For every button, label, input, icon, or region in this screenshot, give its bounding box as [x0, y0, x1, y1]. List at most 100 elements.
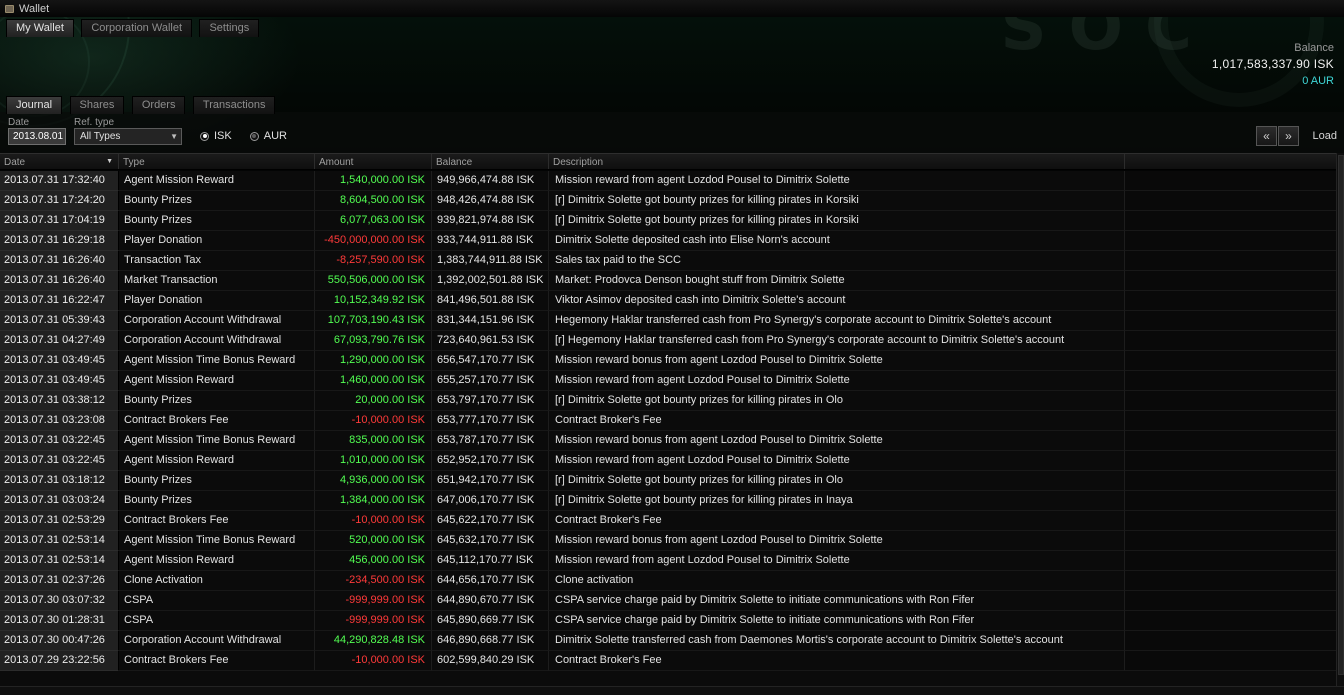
cell-balance: 949,966,474.88 ISK: [432, 171, 549, 191]
table-row[interactable]: 2013.07.31 17:24:20 Bounty Prizes 8,604,…: [0, 191, 1344, 211]
tab-transactions[interactable]: Transactions: [192, 96, 276, 114]
table-row[interactable]: 2013.07.31 16:22:47 Player Donation 10,1…: [0, 291, 1344, 311]
window-titlebar[interactable]: Wallet: [0, 0, 1344, 17]
cell-description: Mission reward from agent Lozdod Pousel …: [549, 171, 1125, 191]
horizontal-scrollbar[interactable]: [0, 686, 1344, 695]
cell-filler: [1125, 471, 1344, 491]
cell-amount: 10,152,349.92 ISK: [315, 291, 432, 311]
vertical-scrollbar[interactable]: [1336, 153, 1344, 686]
cell-description: Hegemony Haklar transferred cash from Pr…: [549, 311, 1125, 331]
radio-unselected-icon: [249, 131, 259, 141]
column-header-type[interactable]: Type: [119, 154, 315, 169]
cell-date: 2013.07.31 03:49:45: [0, 351, 119, 371]
isk-radio-label: ISK: [214, 130, 232, 142]
table-row[interactable]: 2013.07.31 03:49:45 Agent Mission Reward…: [0, 371, 1344, 391]
table-row[interactable]: 2013.07.31 03:49:45 Agent Mission Time B…: [0, 351, 1344, 371]
cell-description: [r] Dimitrix Solette got bounty prizes f…: [549, 471, 1125, 491]
cell-description: Mission reward from agent Lozdod Pousel …: [549, 451, 1125, 471]
column-header-date[interactable]: Date ▼: [0, 154, 119, 169]
cell-balance: 933,744,911.88 ISK: [432, 231, 549, 251]
main-tab-bar: My Wallet Corporation Wallet Settings: [6, 18, 262, 37]
cell-balance: 646,890,668.77 ISK: [432, 631, 549, 651]
cell-description: Clone activation: [549, 571, 1125, 591]
balance-panel: Balance 1,017,583,337.90 ISK 0 AUR: [1212, 42, 1334, 87]
cell-balance: 645,622,170.77 ISK: [432, 511, 549, 531]
table-row[interactable]: 2013.07.30 00:47:26 Corporation Account …: [0, 631, 1344, 651]
tab-shares[interactable]: Shares: [69, 96, 125, 114]
cell-date: 2013.07.31 04:27:49: [0, 331, 119, 351]
cell-date: 2013.07.31 16:22:47: [0, 291, 119, 311]
table-row[interactable]: 2013.07.31 16:26:40 Transaction Tax -8,2…: [0, 251, 1344, 271]
cell-balance: 723,640,961.53 ISK: [432, 331, 549, 351]
cell-balance: 645,112,170.77 ISK: [432, 551, 549, 571]
cell-filler: [1125, 531, 1344, 551]
cell-type: Corporation Account Withdrawal: [119, 331, 315, 351]
ref-type-label: Ref. type: [74, 117, 115, 128]
page-first-button[interactable]: «: [1256, 126, 1277, 146]
table-row[interactable]: 2013.07.31 17:32:40 Agent Mission Reward…: [0, 171, 1344, 191]
journal-table-header: Date ▼ Type Amount Balance Description: [0, 153, 1344, 170]
table-row[interactable]: 2013.07.31 16:29:18 Player Donation -450…: [0, 231, 1344, 251]
table-row[interactable]: 2013.07.31 03:38:12 Bounty Prizes 20,000…: [0, 391, 1344, 411]
cell-filler: [1125, 631, 1344, 651]
tab-journal[interactable]: Journal: [6, 96, 63, 114]
cell-type: Agent Mission Reward: [119, 451, 315, 471]
table-row[interactable]: 2013.07.31 03:18:12 Bounty Prizes 4,936,…: [0, 471, 1344, 491]
cell-type: Contract Brokers Fee: [119, 651, 315, 671]
cell-description: Mission reward bonus from agent Lozdod P…: [549, 531, 1125, 551]
cell-amount: -999,999.00 ISK: [315, 611, 432, 631]
cell-date: 2013.07.31 03:18:12: [0, 471, 119, 491]
cell-type: Agent Mission Reward: [119, 171, 315, 191]
table-row[interactable]: 2013.07.31 02:53:14 Agent Mission Time B…: [0, 531, 1344, 551]
table-row[interactable]: 2013.07.31 02:53:14 Agent Mission Reward…: [0, 551, 1344, 571]
aur-radio-option[interactable]: AUR: [249, 130, 287, 142]
column-header-balance[interactable]: Balance: [432, 154, 549, 169]
table-row[interactable]: 2013.07.31 17:04:19 Bounty Prizes 6,077,…: [0, 211, 1344, 231]
balance-isk-value: 1,017,583,337.90 ISK: [1211, 57, 1334, 71]
vertical-scrollbar-thumb[interactable]: [1338, 155, 1344, 675]
chevron-down-icon: ▼: [170, 132, 178, 141]
table-row[interactable]: 2013.07.31 03:23:08 Contract Brokers Fee…: [0, 411, 1344, 431]
table-row[interactable]: 2013.07.31 16:26:40 Market Transaction 5…: [0, 271, 1344, 291]
isk-radio-option[interactable]: ISK: [200, 130, 232, 142]
column-header-amount[interactable]: Amount: [315, 154, 432, 169]
cell-filler: [1125, 271, 1344, 291]
cell-balance: 655,257,170.77 ISK: [432, 371, 549, 391]
table-row[interactable]: 2013.07.30 01:28:31 CSPA -999,999.00 ISK…: [0, 611, 1344, 631]
table-row[interactable]: 2013.07.29 23:22:56 Contract Brokers Fee…: [0, 651, 1344, 671]
sub-tab-bar: Journal Shares Orders Transactions: [6, 95, 278, 114]
cell-date: 2013.07.30 03:07:32: [0, 591, 119, 611]
table-row[interactable]: 2013.07.31 05:39:43 Corporation Account …: [0, 311, 1344, 331]
cell-description: [r] Hegemony Haklar transferred cash fro…: [549, 331, 1125, 351]
cell-type: Agent Mission Reward: [119, 551, 315, 571]
table-row[interactable]: 2013.07.31 02:37:26 Clone Activation -23…: [0, 571, 1344, 591]
tab-corporation-wallet[interactable]: Corporation Wallet: [81, 19, 193, 37]
cell-filler: [1125, 211, 1344, 231]
tab-settings[interactable]: Settings: [199, 19, 260, 37]
table-row[interactable]: 2013.07.30 03:07:32 CSPA -999,999.00 ISK…: [0, 591, 1344, 611]
cell-description: Dimitrix Solette transferred cash from D…: [549, 631, 1125, 651]
aur-radio-label: AUR: [263, 130, 287, 142]
table-row[interactable]: 2013.07.31 03:03:24 Bounty Prizes 1,384,…: [0, 491, 1344, 511]
tab-my-wallet[interactable]: My Wallet: [6, 19, 74, 37]
table-row[interactable]: 2013.07.31 04:27:49 Corporation Account …: [0, 331, 1344, 351]
cell-description: CSPA service charge paid by Dimitrix Sol…: [549, 611, 1125, 631]
cell-amount: 1,010,000.00 ISK: [315, 451, 432, 471]
cell-type: Market Transaction: [119, 271, 315, 291]
cell-date: 2013.07.31 16:26:40: [0, 251, 119, 271]
cell-type: Agent Mission Reward: [119, 371, 315, 391]
cell-filler: [1125, 551, 1344, 571]
table-row[interactable]: 2013.07.31 02:53:29 Contract Brokers Fee…: [0, 511, 1344, 531]
date-filter-input[interactable]: [8, 128, 66, 145]
ref-type-dropdown[interactable]: All Types ▼: [74, 128, 182, 145]
table-row[interactable]: 2013.07.31 03:22:45 Agent Mission Time B…: [0, 431, 1344, 451]
column-header-description[interactable]: Description: [549, 154, 1125, 169]
table-row[interactable]: 2013.07.31 03:22:45 Agent Mission Reward…: [0, 451, 1344, 471]
cell-description: Mission reward bonus from agent Lozdod P…: [549, 351, 1125, 371]
page-last-button[interactable]: »: [1278, 126, 1299, 146]
tab-orders[interactable]: Orders: [131, 96, 186, 114]
cell-date: 2013.07.31 03:49:45: [0, 371, 119, 391]
cell-filler: [1125, 351, 1344, 371]
load-button[interactable]: Load: [1313, 130, 1337, 142]
cell-filler: [1125, 411, 1344, 431]
